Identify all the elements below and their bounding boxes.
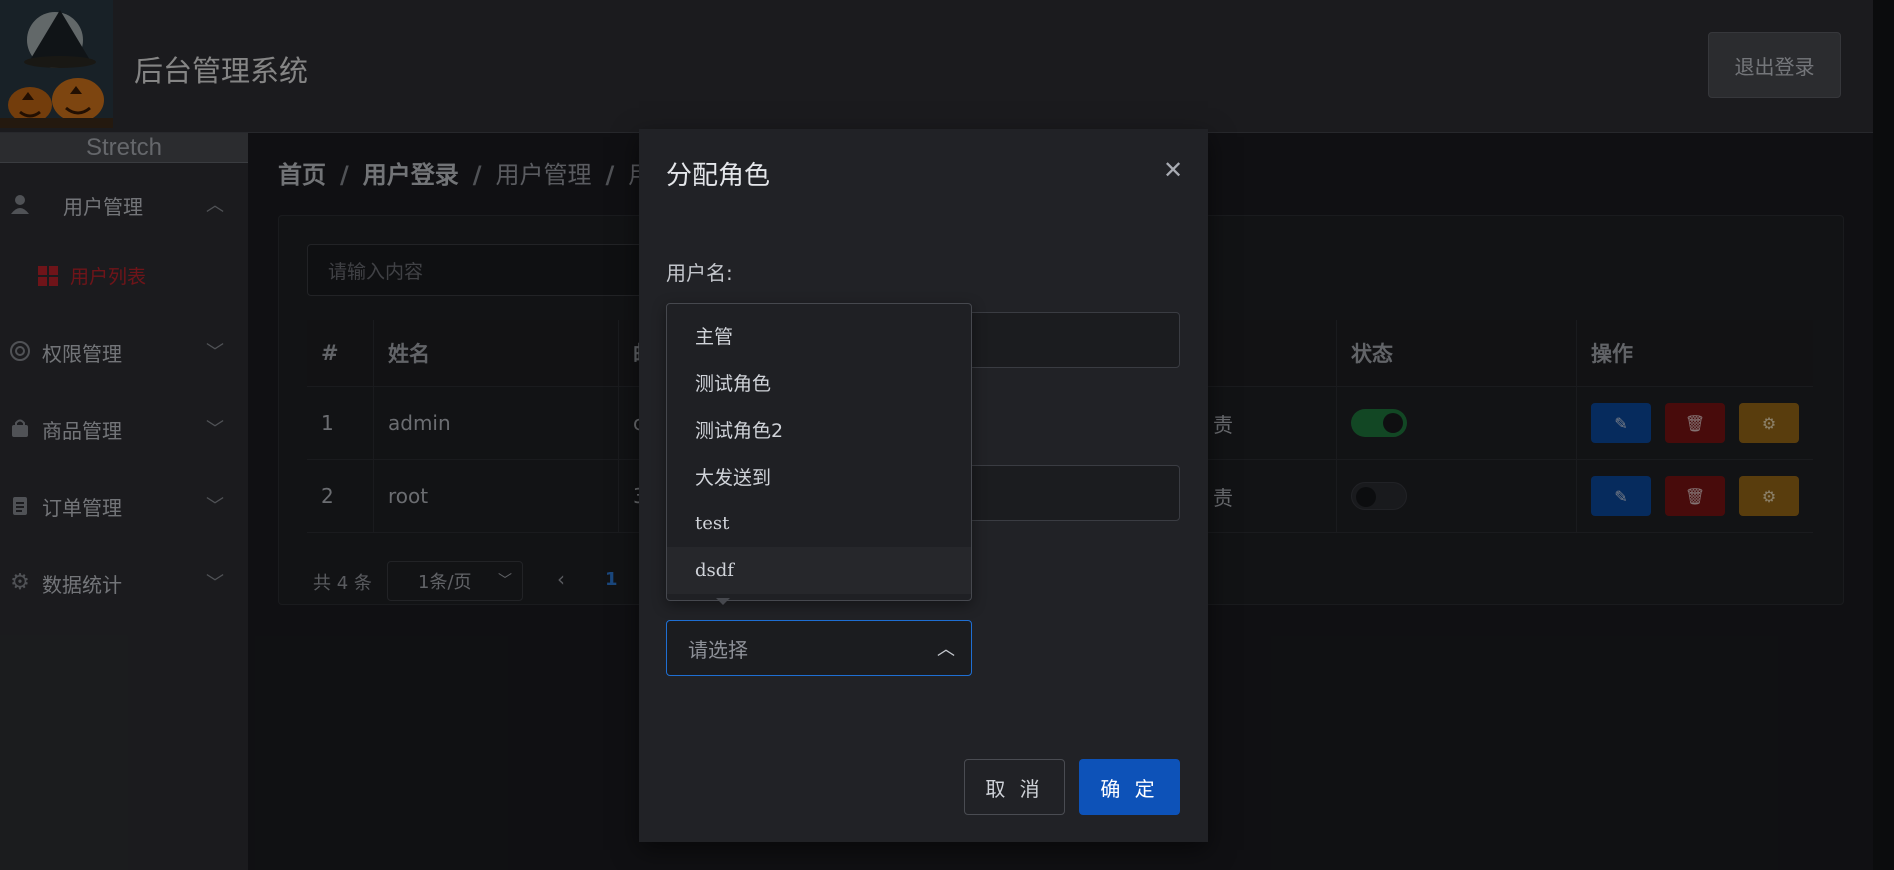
dropdown-arrow xyxy=(716,598,730,605)
role-option[interactable]: test xyxy=(667,500,971,547)
role-option[interactable]: dsdf xyxy=(667,547,971,594)
role-option[interactable]: 主管 xyxy=(667,312,971,359)
cancel-button[interactable]: 取 消 xyxy=(964,759,1065,815)
dialog-title: 分配角色 xyxy=(666,161,771,191)
role-option[interactable]: 测试角色 xyxy=(667,359,971,406)
close-icon[interactable]: ✕ xyxy=(1158,155,1188,185)
role-select[interactable]: 请选择 ︿ xyxy=(666,620,972,676)
role-option[interactable]: 测试角色2 xyxy=(667,406,971,453)
confirm-button[interactable]: 确 定 xyxy=(1079,759,1180,815)
role-dropdown: 主管 测试角色 测试角色2 大发送到 test dsdf xyxy=(666,303,972,601)
role-select-placeholder: 请选择 xyxy=(688,637,748,662)
username-label: 用户名: xyxy=(666,261,733,285)
role-option[interactable]: 大发送到 xyxy=(667,453,971,500)
chevron-up-icon: ︿ xyxy=(937,639,955,660)
